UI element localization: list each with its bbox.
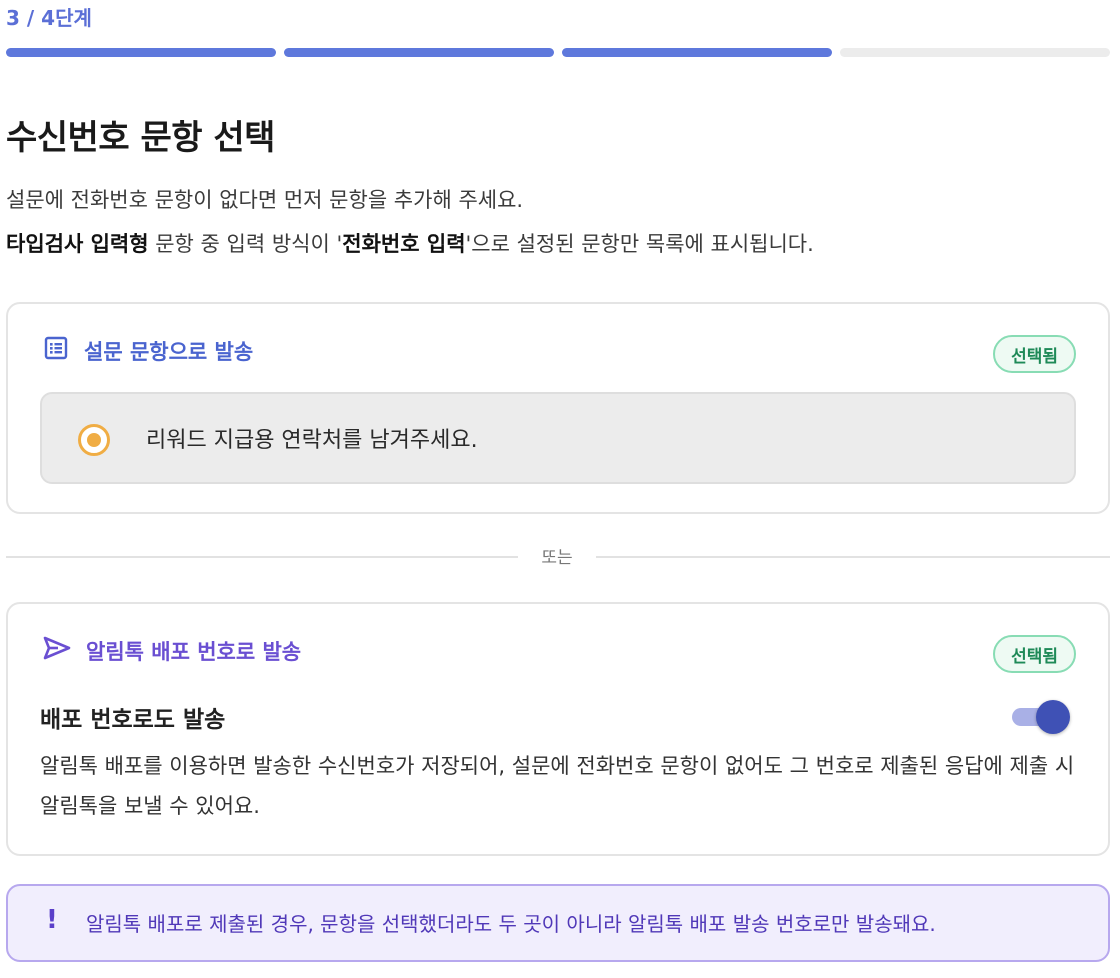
page-description: 설문에 전화번호 문항이 없다면 먼저 문항을 추가해 주세요. 타입검사 입력… xyxy=(6,178,1106,266)
progress-segment-4 xyxy=(840,48,1110,57)
description-bold-phone: 전화번호 입력 xyxy=(342,232,466,256)
send-icon xyxy=(42,634,72,667)
notice-banner: ! 알림톡 배포로 제출된 경우, 문항을 선택했더라도 두 곳이 아니라 알림… xyxy=(6,884,1110,962)
radio-selected-icon[interactable] xyxy=(78,424,110,456)
survey-card-title: 설문 문항으로 발송 xyxy=(84,339,254,364)
selected-badge: 선택됨 xyxy=(993,335,1076,373)
alimtalk-card-header: 알림톡 배포 번호로 발송 xyxy=(42,634,301,667)
notice-text: 알림톡 배포로 제출된 경우, 문항을 선택했더라도 두 곳이 아니라 알림톡 … xyxy=(86,912,936,936)
alimtalk-card[interactable]: 알림톡 배포 번호로 발송 선택됨 배포 번호로도 발송 알림톡 배포를 이용하… xyxy=(6,602,1110,856)
description-bold-type: 타입검사 입력형 xyxy=(6,232,149,256)
page-title: 수신번호 문항 선택 xyxy=(6,118,275,158)
survey-card-header: 설문 문항으로 발송 xyxy=(42,334,253,367)
list-icon xyxy=(42,334,70,367)
description-line-2: 타입검사 입력형 문항 중 입력 방식이 '전화번호 입력'으로 설정된 문항만… xyxy=(6,222,1106,266)
question-option[interactable]: 리워드 지급용 연락처를 남겨주세요. xyxy=(40,392,1076,484)
alimtalk-description: 알림톡 배포를 이용하면 발송한 수신번호가 저장되어, 설문에 전화번호 문항… xyxy=(40,754,1075,818)
or-divider: 또는 xyxy=(6,548,1110,568)
toggle-label: 배포 번호로도 발송 xyxy=(40,707,226,733)
send-to-distribution-toggle[interactable] xyxy=(1010,700,1070,734)
progress-bar xyxy=(6,48,1110,57)
step-indicator: 3 / 4단계 xyxy=(6,6,92,30)
selected-badge: 선택됨 xyxy=(993,635,1076,673)
exclamation-icon: ! xyxy=(46,905,58,935)
progress-segment-1 xyxy=(6,48,276,57)
or-label: 또는 xyxy=(541,548,573,568)
alimtalk-card-title: 알림톡 배포 번호로 발송 xyxy=(86,639,302,664)
survey-question-card[interactable]: 설문 문항으로 발송 선택됨 리워드 지급용 연락처를 남겨주세요. xyxy=(6,302,1110,514)
question-option-label: 리워드 지급용 연락처를 남겨주세요. xyxy=(146,428,478,453)
description-text-2: '으로 설정된 문항만 목록에 표시됩니다. xyxy=(465,232,814,256)
description-text-1: 문항 중 입력 방식이 ' xyxy=(148,232,343,256)
description-line-1: 설문에 전화번호 문항이 없다면 먼저 문항을 추가해 주세요. xyxy=(6,188,524,212)
progress-segment-2 xyxy=(284,48,554,57)
progress-segment-3 xyxy=(562,48,832,57)
